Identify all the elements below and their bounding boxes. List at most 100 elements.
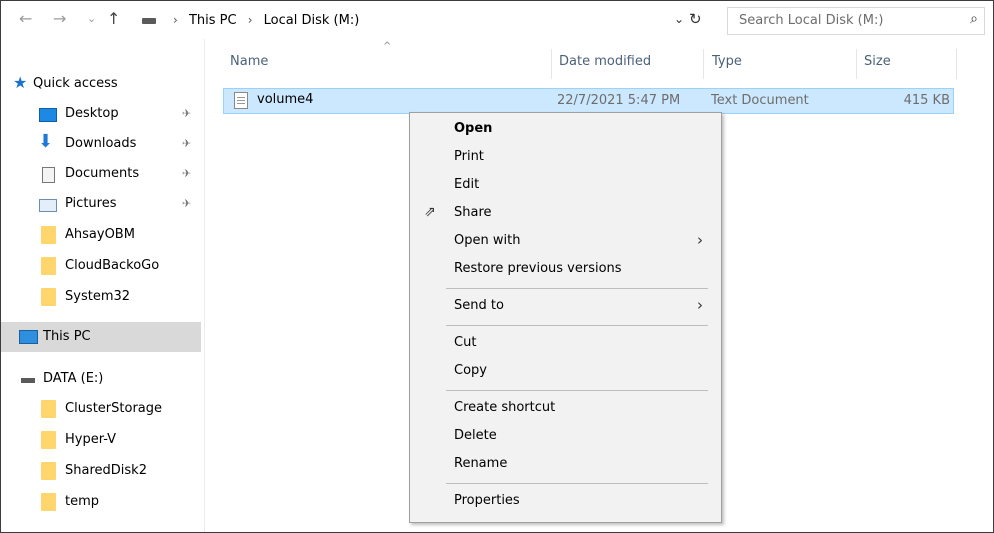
sidebar-item-label: AhsayOBM [65, 227, 135, 242]
sidebar-item-temp[interactable]: temp [1, 487, 201, 517]
column-divider[interactable] [856, 49, 857, 79]
chevron-right-icon: › [697, 296, 703, 314]
file-row[interactable]: volume4 22/7/2021 5:47 PM Text Document … [223, 88, 954, 114]
search-box[interactable]: Search Local Disk (M:) ⌕ [727, 7, 985, 35]
sidebar-item-label: Quick access [33, 76, 118, 91]
menu-item-label: Delete [454, 428, 497, 443]
sidebar-item-desktop[interactable]: Desktop ✈ [1, 99, 201, 129]
sidebar-item-pictures[interactable]: Pictures ✈ [1, 189, 201, 219]
address-bar[interactable]: › This PC › Local Disk (M:) ⌄ ↻ [136, 9, 716, 33]
sidebar-item-label: Downloads [65, 136, 137, 151]
sidebar-item-documents[interactable]: Documents ✈ [1, 159, 201, 189]
file-type: Text Document [711, 93, 809, 108]
sidebar-item-label: temp [65, 494, 100, 509]
share-icon: ⇗ [424, 204, 436, 220]
menu-item-create-shortcut[interactable]: Create shortcut [410, 395, 721, 423]
search-icon[interactable]: ⌕ [970, 11, 978, 27]
sidebar-item-shareddisk2[interactable]: SharedDisk2 [1, 456, 201, 486]
folder-icon [41, 288, 56, 306]
menu-item-label: Edit [454, 177, 480, 192]
menu-item-open[interactable]: Open [410, 116, 721, 144]
menu-item-label: Restore previous versions [454, 261, 622, 276]
menu-item-copy[interactable]: Copy [410, 358, 721, 386]
column-header-date-modified[interactable]: Date modified [559, 54, 651, 69]
menu-item-edit[interactable]: Edit [410, 172, 721, 200]
sidebar-item-label: DATA (E:) [43, 371, 104, 386]
forward-button[interactable]: → [53, 11, 66, 27]
breadcrumb-local-disk[interactable]: Local Disk (M:) [264, 13, 360, 28]
sidebar-item-label: Hyper-V [65, 432, 117, 447]
sidebar-item-quick-access[interactable]: ★ Quick access [1, 69, 201, 99]
context-menu: Open Print Edit ⇗ Share Open with › Rest… [409, 112, 722, 523]
drive-icon [21, 378, 35, 383]
menu-item-label: Open with [454, 233, 521, 248]
desktop-icon [39, 108, 57, 122]
column-header-name[interactable]: Name [230, 54, 268, 69]
folder-icon [41, 493, 56, 511]
breadcrumb: › This PC › Local Disk (M:) [166, 13, 359, 28]
menu-item-properties[interactable]: Properties [410, 488, 721, 516]
sidebar-item-clusterstorage[interactable]: ClusterStorage [1, 394, 201, 424]
sidebar-item-hyper-v[interactable]: Hyper-V [1, 425, 201, 455]
sidebar-item-downloads[interactable]: ⬇ Downloads ✈ [1, 129, 201, 159]
pin-icon: ✈ [182, 197, 192, 210]
sidebar-item-label: Documents [65, 166, 140, 181]
menu-item-label: Share [454, 205, 492, 220]
menu-separator [446, 483, 708, 484]
column-divider[interactable] [703, 49, 704, 79]
navigation-pane: ★ Quick access Desktop ✈ ⬇ Downloads ✈ D… [1, 39, 205, 532]
sidebar-item-this-pc[interactable]: This PC [1, 322, 201, 352]
drive-icon [142, 18, 156, 24]
menu-item-share[interactable]: ⇗ Share [410, 200, 721, 228]
menu-separator [446, 288, 708, 289]
documents-icon [42, 167, 55, 183]
sidebar-item-label: System32 [65, 289, 131, 304]
recent-locations-button[interactable]: ⌄ [87, 11, 96, 27]
pin-icon: ✈ [182, 167, 192, 180]
breadcrumb-this-pc[interactable]: This PC [189, 13, 237, 28]
pin-icon: ✈ [182, 107, 192, 120]
sort-ascending-icon: ^ [383, 41, 392, 52]
menu-item-restore-previous-versions[interactable]: Restore previous versions [410, 256, 721, 284]
folder-icon [41, 226, 56, 244]
column-divider[interactable] [551, 49, 552, 79]
text-file-icon [234, 92, 248, 109]
column-header-type[interactable]: Type [712, 54, 742, 69]
sidebar-item-label: Desktop [65, 106, 119, 121]
menu-item-delete[interactable]: Delete [410, 423, 721, 451]
sidebar-item-system32[interactable]: System32 [1, 282, 201, 312]
sidebar-item-ahsayobm[interactable]: AhsayOBM [1, 220, 201, 250]
refresh-icon[interactable]: ↻ [689, 10, 702, 28]
sidebar-item-data-drive[interactable]: DATA (E:) [1, 364, 201, 394]
file-size: 415 KB [903, 93, 950, 108]
menu-item-label: Create shortcut [454, 400, 556, 415]
folder-icon [41, 462, 56, 480]
column-header-size[interactable]: Size [864, 54, 891, 69]
folder-icon [41, 257, 56, 275]
menu-item-print[interactable]: Print [410, 144, 721, 172]
menu-item-cut[interactable]: Cut [410, 330, 721, 358]
navigation-bar: ← → ⌄ ↑ › This PC › Local Disk (M:) ⌄ ↻ … [1, 1, 993, 39]
up-button[interactable]: ↑ [107, 11, 120, 27]
menu-item-send-to[interactable]: Send to › [410, 293, 721, 321]
folder-icon [41, 431, 56, 449]
menu-item-open-with[interactable]: Open with › [410, 228, 721, 256]
menu-item-rename[interactable]: Rename [410, 451, 721, 479]
menu-separator [446, 390, 708, 391]
sidebar-item-label: SharedDisk2 [65, 463, 147, 478]
star-icon: ★ [13, 73, 28, 92]
sidebar-item-label: ClusterStorage [65, 401, 163, 416]
column-divider[interactable] [956, 49, 957, 79]
menu-item-label: Rename [454, 456, 508, 471]
chevron-right-icon: › [697, 231, 703, 249]
computer-icon [19, 330, 38, 344]
menu-item-label: Cut [454, 335, 477, 350]
sidebar-item-cloudbackogo[interactable]: CloudBackoGo [1, 251, 201, 281]
address-dropdown-icon[interactable]: ⌄ [674, 12, 684, 26]
menu-item-label: Open [454, 121, 493, 136]
menu-item-label: Properties [454, 493, 520, 508]
back-button[interactable]: ← [19, 11, 32, 27]
sidebar-item-label: Pictures [65, 196, 117, 211]
breadcrumb-separator: › [173, 13, 178, 27]
sidebar-item-label: This PC [43, 329, 91, 344]
